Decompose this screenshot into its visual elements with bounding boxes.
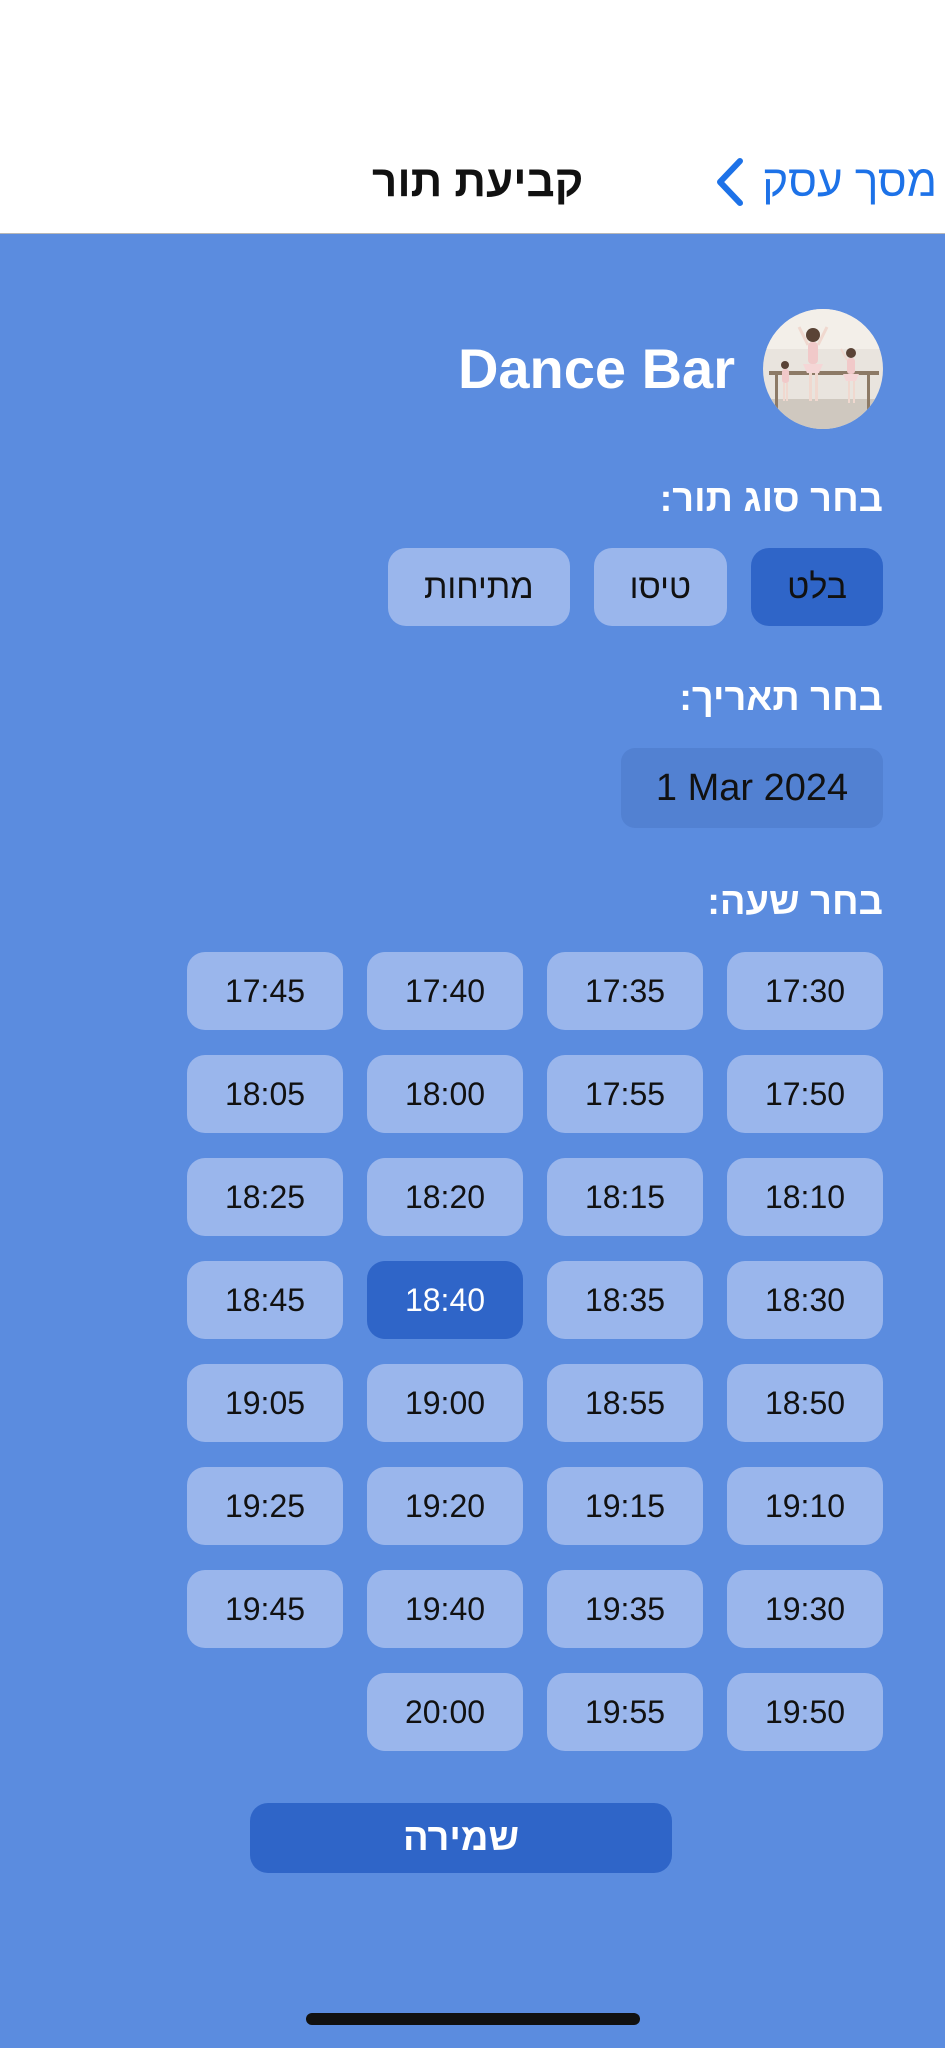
time-slot[interactable]: 19:50 bbox=[727, 1673, 883, 1751]
time-slot[interactable]: 18:30 bbox=[727, 1261, 883, 1339]
time-slot[interactable]: 19:15 bbox=[547, 1467, 703, 1545]
date-label: בחר תאריך: bbox=[679, 677, 883, 719]
time-slot[interactable]: 19:25 bbox=[187, 1467, 343, 1545]
time-slot[interactable]: 18:40 bbox=[367, 1261, 523, 1339]
appointment-type-option[interactable]: בלט bbox=[751, 548, 883, 626]
time-slot-row: 18:30 18:35 18:40 18:45 bbox=[163, 1261, 883, 1341]
time-slot[interactable]: 19:00 bbox=[367, 1364, 523, 1442]
time-slot[interactable]: 19:40 bbox=[367, 1570, 523, 1648]
time-slot[interactable]: 17:30 bbox=[727, 952, 883, 1030]
time-slot[interactable]: 18:15 bbox=[547, 1158, 703, 1236]
time-slot[interactable]: 17:45 bbox=[187, 952, 343, 1030]
time-slot[interactable]: 18:45 bbox=[187, 1261, 343, 1339]
page-title: קביעת תור bbox=[372, 157, 584, 206]
time-slot[interactable]: 18:50 bbox=[727, 1364, 883, 1442]
time-slot[interactable]: 19:20 bbox=[367, 1467, 523, 1545]
business-header: Dance Bar bbox=[458, 309, 883, 429]
appointment-type-option[interactable]: טיסו bbox=[593, 548, 728, 626]
back-button-label: מסך עסק bbox=[762, 157, 937, 206]
time-slot-row: 17:30 17:35 17:40 17:45 bbox=[163, 952, 883, 1032]
time-slot-row: 18:10 18:15 18:20 18:25 bbox=[163, 1158, 883, 1238]
chevron-left-icon bbox=[717, 158, 744, 206]
time-slot[interactable]: 20:00 bbox=[367, 1673, 523, 1751]
time-slot[interactable]: 19:45 bbox=[187, 1570, 343, 1648]
time-label: בחר שעה: bbox=[707, 881, 883, 923]
save-button[interactable]: שמירה bbox=[250, 1803, 672, 1873]
time-slot-row: 17:50 17:55 18:00 18:05 bbox=[163, 1055, 883, 1135]
time-slot-row: 19:10 19:15 19:20 19:25 bbox=[163, 1467, 883, 1547]
back-button[interactable]: מסך עסק bbox=[714, 152, 937, 212]
time-slot[interactable]: 17:50 bbox=[727, 1055, 883, 1133]
time-slot[interactable]: 19:55 bbox=[547, 1673, 703, 1751]
time-slot[interactable]: 17:40 bbox=[367, 952, 523, 1030]
time-slot[interactable]: 18:05 bbox=[187, 1055, 343, 1133]
appointment-type-option[interactable]: מתיחות bbox=[387, 548, 570, 626]
time-slot[interactable]: 18:20 bbox=[367, 1158, 523, 1236]
time-slot[interactable]: 19:10 bbox=[727, 1467, 883, 1545]
time-slot[interactable]: 18:00 bbox=[367, 1055, 523, 1133]
time-slot[interactable]: 19:30 bbox=[727, 1570, 883, 1648]
business-name: Dance Bar bbox=[457, 337, 735, 400]
time-slot[interactable]: 18:35 bbox=[547, 1261, 703, 1339]
time-slot[interactable]: 17:35 bbox=[547, 952, 703, 1030]
time-slot-grid: 17:30 17:35 17:40 17:45 17:50 17:55 18:00 18:05… bbox=[163, 952, 883, 1776]
time-slot[interactable]: 17:55 bbox=[547, 1055, 703, 1133]
navigation-bar: מסך עסק קביעת תור bbox=[0, 0, 945, 234]
time-slot-row: 19:50 19:55 20:00 bbox=[163, 1673, 883, 1753]
time-slot[interactable]: 18:55 bbox=[547, 1364, 703, 1442]
time-slot[interactable]: 19:05 bbox=[187, 1364, 343, 1442]
appointment-type-label: בחר סוג תור: bbox=[659, 478, 883, 520]
time-slot[interactable]: 19:35 bbox=[547, 1570, 703, 1648]
business-avatar bbox=[763, 309, 883, 429]
home-indicator bbox=[306, 2013, 640, 2025]
time-slot[interactable]: 18:25 bbox=[187, 1158, 343, 1236]
time-slot[interactable]: 18:10 bbox=[727, 1158, 883, 1236]
appointment-type-options: בלט טיסו מתיחות bbox=[387, 548, 883, 626]
date-picker[interactable]: 1 Mar 2024 bbox=[621, 748, 883, 828]
time-slot-row: 18:50 18:55 19:00 19:05 bbox=[163, 1364, 883, 1444]
time-slot-row: 19:30 19:35 19:40 19:45 bbox=[163, 1570, 883, 1650]
